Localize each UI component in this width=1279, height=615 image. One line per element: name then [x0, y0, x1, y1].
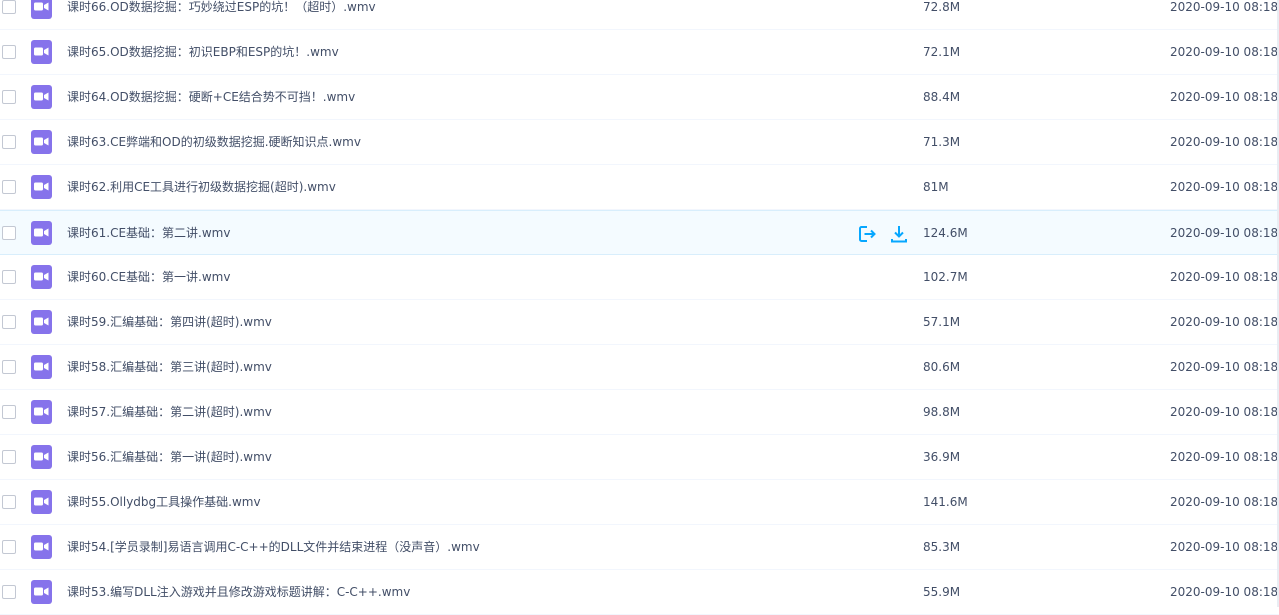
row-checkbox[interactable]: [2, 405, 16, 419]
row-checkbox[interactable]: [2, 180, 16, 194]
file-size: 88.4M: [923, 90, 961, 104]
video-file-icon: [31, 400, 52, 424]
modified-time: 2020-09-10 08:18: [1170, 315, 1279, 329]
file-list: 课时66.OD数据挖掘：巧妙绕过ESP的坑！（超时）.wmv 72.8M 202…: [0, 0, 1279, 615]
video-file-icon: [31, 535, 52, 559]
row-checkbox[interactable]: [2, 450, 16, 464]
file-name-link[interactable]: 课时54.[学员录制]易语言调用C-C++的DLL文件并结束进程（没声音）.wm…: [67, 525, 480, 570]
video-file-icon: [31, 490, 52, 514]
file-name-link[interactable]: 课时65.OD数据挖掘：初识EBP和ESP的坑！.wmv: [67, 30, 339, 75]
file-name-link[interactable]: 课时53.编写DLL注入游戏并且修改游戏标题讲解：C-C++.wmv: [67, 570, 410, 615]
file-size: 72.1M: [923, 45, 961, 59]
row-checkbox[interactable]: [2, 226, 16, 240]
video-file-icon: [31, 85, 52, 109]
file-size: 85.3M: [923, 540, 961, 554]
file-row[interactable]: 课时66.OD数据挖掘：巧妙绕过ESP的坑！（超时）.wmv 72.8M 202…: [0, 0, 1279, 30]
modified-time: 2020-09-10 08:18: [1170, 540, 1279, 554]
row-checkbox[interactable]: [2, 540, 16, 554]
modified-time: 2020-09-10 08:18: [1170, 495, 1279, 509]
file-row[interactable]: 课时55.Ollydbg工具操作基础.wmv 141.6M 2020-09-10…: [0, 480, 1279, 525]
file-name-link[interactable]: 课时59.汇编基础：第四讲(超时).wmv: [67, 300, 272, 345]
file-name-link[interactable]: 课时56.汇编基础：第一讲(超时).wmv: [67, 435, 272, 480]
modified-time: 2020-09-10 08:18: [1170, 135, 1279, 149]
video-file-icon: [31, 310, 52, 334]
file-size: 102.7M: [923, 270, 968, 284]
file-size: 98.8M: [923, 405, 961, 419]
file-row[interactable]: 课时54.[学员录制]易语言调用C-C++的DLL文件并结束进程（没声音）.wm…: [0, 525, 1279, 570]
file-row[interactable]: 课时59.汇编基础：第四讲(超时).wmv 57.1M 2020-09-10 0…: [0, 300, 1279, 345]
file-size: 72.8M: [923, 0, 961, 14]
modified-time: 2020-09-10 08:18: [1170, 405, 1279, 419]
video-file-icon: [31, 130, 52, 154]
file-row[interactable]: 课时63.CE弊端和OD的初级数据挖掘.硬断知识点.wmv 71.3M 2020…: [0, 120, 1279, 165]
row-checkbox[interactable]: [2, 315, 16, 329]
file-name-link[interactable]: 课时66.OD数据挖掘：巧妙绕过ESP的坑！（超时）.wmv: [67, 0, 376, 30]
file-size: 124.6M: [923, 226, 968, 240]
file-name-link[interactable]: 课时58.汇编基础：第三讲(超时).wmv: [67, 345, 272, 390]
video-file-icon: [31, 445, 52, 469]
file-row[interactable]: 课时62.利用CE工具进行初级数据挖掘(超时).wmv 81M 2020-09-…: [0, 165, 1279, 210]
file-size: 55.9M: [923, 585, 961, 599]
row-checkbox[interactable]: [2, 135, 16, 149]
modified-time: 2020-09-10 08:18: [1170, 270, 1279, 284]
modified-time: 2020-09-10 08:18: [1170, 0, 1279, 14]
file-name-link[interactable]: 课时55.Ollydbg工具操作基础.wmv: [67, 480, 261, 525]
file-size: 80.6M: [923, 360, 961, 374]
file-row[interactable]: 课时56.汇编基础：第一讲(超时).wmv 36.9M 2020-09-10 0…: [0, 435, 1279, 480]
video-file-icon: [31, 265, 52, 289]
download-icon[interactable]: [888, 223, 910, 245]
modified-time: 2020-09-10 08:18: [1170, 360, 1279, 374]
file-row[interactable]: 课时58.汇编基础：第三讲(超时).wmv 80.6M 2020-09-10 0…: [0, 345, 1279, 390]
file-name-link[interactable]: 课时57.汇编基础：第二讲(超时).wmv: [67, 390, 272, 435]
modified-time: 2020-09-10 08:18: [1170, 90, 1279, 104]
row-checkbox[interactable]: [2, 585, 16, 599]
file-row[interactable]: 课时64.OD数据挖掘：硬断+CE结合势不可挡！.wmv 88.4M 2020-…: [0, 75, 1279, 120]
file-name-link[interactable]: 课时61.CE基础：第二讲.wmv: [67, 211, 230, 256]
file-size: 36.9M: [923, 450, 961, 464]
file-size: 81M: [923, 180, 949, 194]
row-checkbox[interactable]: [2, 45, 16, 59]
video-file-icon: [31, 221, 52, 245]
row-checkbox[interactable]: [2, 270, 16, 284]
file-row[interactable]: 课时65.OD数据挖掘：初识EBP和ESP的坑！.wmv 72.1M 2020-…: [0, 30, 1279, 75]
row-checkbox[interactable]: [2, 495, 16, 509]
modified-time: 2020-09-10 08:18: [1170, 226, 1279, 240]
file-name-link[interactable]: 课时60.CE基础：第一讲.wmv: [67, 255, 230, 300]
file-row[interactable]: 课时57.汇编基础：第二讲(超时).wmv 98.8M 2020-09-10 0…: [0, 390, 1279, 435]
file-size: 57.1M: [923, 315, 961, 329]
file-row[interactable]: 课时53.编写DLL注入游戏并且修改游戏标题讲解：C-C++.wmv 55.9M…: [0, 570, 1279, 615]
file-name-link[interactable]: 课时62.利用CE工具进行初级数据挖掘(超时).wmv: [67, 165, 336, 210]
video-file-icon: [31, 0, 52, 19]
modified-time: 2020-09-10 08:18: [1170, 180, 1279, 194]
video-file-icon: [31, 355, 52, 379]
modified-time: 2020-09-10 08:18: [1170, 450, 1279, 464]
file-size: 71.3M: [923, 135, 961, 149]
modified-time: 2020-09-10 08:18: [1170, 585, 1279, 599]
file-size: 141.6M: [923, 495, 968, 509]
video-file-icon: [31, 40, 52, 64]
file-name-link[interactable]: 课时64.OD数据挖掘：硬断+CE结合势不可挡！.wmv: [67, 75, 355, 120]
share-icon[interactable]: [856, 223, 878, 245]
file-name-link[interactable]: 课时63.CE弊端和OD的初级数据挖掘.硬断知识点.wmv: [67, 120, 361, 165]
video-file-icon: [31, 580, 52, 604]
row-checkbox[interactable]: [2, 90, 16, 104]
modified-time: 2020-09-10 08:18: [1170, 45, 1279, 59]
row-checkbox[interactable]: [2, 360, 16, 374]
video-file-icon: [31, 175, 52, 199]
file-row[interactable]: 课时60.CE基础：第一讲.wmv 102.7M 2020-09-10 08:1…: [0, 255, 1279, 300]
file-row-hovered[interactable]: 课时61.CE基础：第二讲.wmv 124.6M 2020-09-10 08:1…: [0, 210, 1279, 255]
row-checkbox[interactable]: [2, 0, 16, 14]
